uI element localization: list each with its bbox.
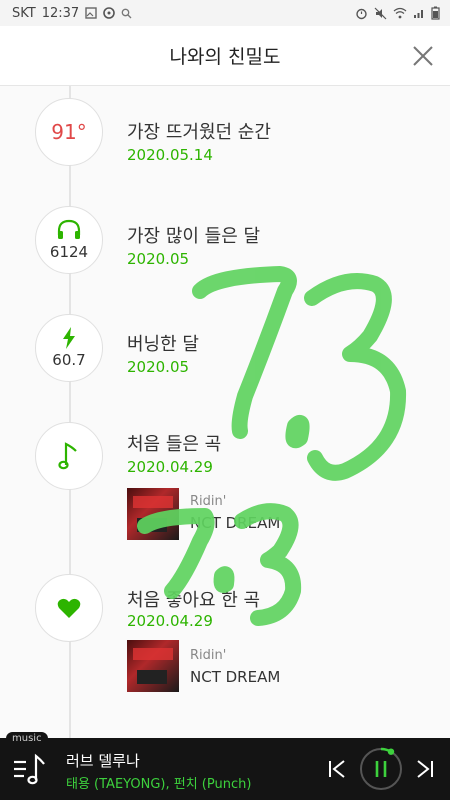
burning-badge: 60.7	[35, 314, 103, 382]
item-label: 가장 뜨거웠던 순간	[127, 122, 271, 143]
song-artist[interactable]: NCT DREAM	[190, 668, 280, 686]
item-date: 2020.05	[127, 250, 190, 268]
previous-track-icon[interactable]	[326, 758, 348, 780]
song-artist[interactable]: NCT DREAM	[190, 514, 280, 532]
music-note-icon	[58, 442, 77, 470]
music-badge: music	[6, 732, 48, 745]
play-count-value: 6124	[49, 243, 89, 261]
album-art[interactable]	[127, 640, 179, 692]
temperature-badge: 91°	[35, 98, 103, 166]
item-date: 2020.04.29	[127, 458, 213, 476]
item-date: 2020.05.14	[127, 146, 213, 164]
alarm-icon	[355, 7, 368, 20]
image-notification-icon	[85, 7, 97, 19]
temperature-value: 91°	[51, 120, 87, 144]
heart-icon	[57, 598, 81, 618]
album-art[interactable]	[127, 488, 179, 540]
search-notification-icon	[121, 8, 132, 19]
headphones-icon	[57, 219, 81, 239]
page-header: 나와의 친밀도	[0, 26, 450, 86]
first-like-badge	[35, 574, 103, 642]
burning-value: 60.7	[52, 351, 86, 369]
mini-player[interactable]: music 러브 델루나 태용 (TAEYONG), 펀치 (Punch)	[0, 732, 450, 800]
item-date: 2020.04.29	[127, 612, 213, 630]
lightning-icon	[63, 327, 75, 349]
item-label: 가장 많이 들은 달	[127, 226, 261, 247]
intimacy-timeline: 91° 가장 뜨거웠던 순간 2020.05.14 6124 가장 많이 들은 …	[0, 86, 450, 738]
status-bar: SKT 12:37	[0, 0, 450, 26]
playlist-icon[interactable]	[12, 750, 46, 788]
music-notification-icon	[103, 7, 115, 19]
close-icon[interactable]	[410, 43, 436, 69]
song-title[interactable]: Ridin'	[190, 648, 226, 663]
item-label: 처음 들은 곡	[127, 434, 222, 455]
item-date: 2020.05	[127, 358, 190, 376]
next-track-icon[interactable]	[414, 758, 436, 780]
clock: 12:37	[41, 5, 80, 21]
battery-icon	[431, 6, 440, 20]
item-label: 버닝한 달	[127, 334, 199, 355]
wifi-icon	[393, 7, 407, 19]
now-playing-artist[interactable]: 태용 (TAEYONG), 펀치 (Punch)	[66, 773, 251, 792]
song-title[interactable]: Ridin'	[190, 494, 226, 509]
first-listen-badge	[35, 422, 103, 490]
item-label: 처음 좋아요 한 곡	[127, 590, 261, 611]
page-title: 나와의 친밀도	[169, 46, 281, 68]
play-count-badge: 6124	[35, 206, 103, 274]
now-playing-title[interactable]: 러브 델루나	[66, 750, 140, 771]
signal-icon	[413, 7, 425, 19]
pause-button[interactable]	[358, 746, 404, 792]
mute-icon	[374, 7, 387, 20]
carrier-label: SKT	[12, 5, 36, 21]
